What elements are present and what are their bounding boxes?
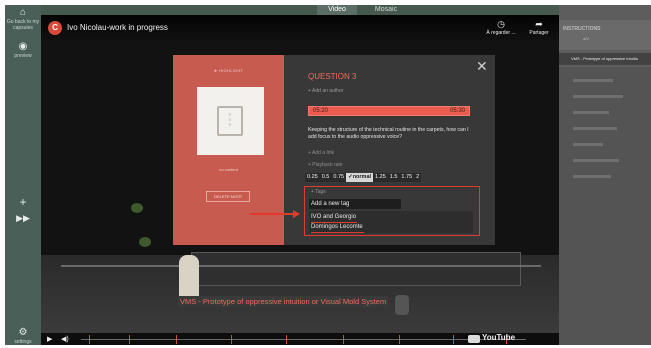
channel-avatar[interactable]: C [48,21,62,35]
highlight-label: ★ HIGHLIGHT [213,68,244,73]
stage-carpet [191,252,521,286]
playback-rate-options: 0.25 0.5 0.75 ✓normal 1.25 1.5 1.75 2 [305,173,422,182]
list-item[interactable] [573,79,613,82]
list-item[interactable] [573,111,609,114]
playback-option[interactable]: 1.25 [373,173,388,182]
note-marker[interactable] [129,335,130,344]
list-item[interactable] [573,127,617,130]
note-marker[interactable] [399,335,400,344]
video-header: C Ivo Nicolau-work in progress ◷ À regar… [41,15,559,43]
instructions-title: INSTRUCTIONS [563,26,601,32]
note-thumbnail[interactable]: ≡ ≡ ≡ [197,87,264,155]
close-icon[interactable]: ✕ [476,59,488,73]
right-panel: INSTRUCTIONS a/V VMS - Prototype of oppr… [559,5,651,345]
playback-option[interactable]: 1.75 [399,173,415,182]
instructions-header[interactable]: INSTRUCTIONS a/V [559,20,651,50]
list-item[interactable] [573,159,619,162]
view-tabs-bar: Video Mosaic [41,5,559,15]
back-to-capsules-label: Go back to my capsules [6,19,40,31]
time-end: 05:30 [449,108,465,114]
forward-button[interactable]: ▶▶ [5,213,41,224]
annotation-arrow-head [293,210,300,218]
preview-label: preview [14,53,32,59]
list-item[interactable] [573,175,611,178]
back-to-capsules-button[interactable]: ⌂ Go back to my capsules [5,7,41,31]
play-icon[interactable]: ▶ [47,335,52,343]
tab-mosaic[interactable]: Mosaic [367,5,405,15]
tags-section: + Tags Add a new tag IVO and Georgio Dom… [304,186,480,236]
tag-suggestion-list: IVO and Georgio Domingos Lecomte [309,211,473,233]
clock-icon: ◷ [497,19,505,29]
add-button[interactable]: + [5,195,41,209]
watch-later-button[interactable]: ◷ À regarder ... [481,19,521,36]
video-title[interactable]: Ivo Nicolau-work in progress [67,23,168,32]
note-marker[interactable] [231,335,232,344]
playback-rate-label[interactable]: + Playback rate [308,162,343,168]
plant-decor [139,237,151,247]
highlight-panel: ★ HIGHLIGHT ≡ ≡ ≡ no content DELETE NOTE [173,55,284,245]
tag-item[interactable]: IVO and Georgio [311,213,358,223]
volume-icon[interactable]: ◀) [61,335,69,343]
time-start: 05:20 [313,108,329,114]
no-content-text: no content [219,167,238,172]
video-subtitle: VMS - Prototype of oppressive intuition … [178,296,389,307]
playback-option[interactable]: 2 [414,173,422,182]
tags-label: + Tags [311,189,326,195]
note-marker[interactable] [453,335,454,344]
fast-forward-icon: ▶▶ [16,213,30,223]
playback-option-selected[interactable]: ✓normal [346,173,374,182]
annotation-arrow [250,213,295,215]
time-range-bar[interactable]: 05:20 05:30 [308,106,470,116]
note-marker[interactable] [176,335,177,344]
tab-video[interactable]: Video [317,5,357,15]
note-marker[interactable] [89,335,90,344]
watch-later-label: À regarder ... [486,30,516,36]
list-item[interactable] [573,95,623,98]
question-title[interactable]: QUESTION 3 [308,72,356,81]
playback-option[interactable]: 0.25 [305,173,320,182]
eye-icon: ◉ [18,41,28,52]
share-button[interactable]: ➦ Partager [525,19,553,36]
add-author-link[interactable]: + Add an author [308,88,343,94]
note-marker[interactable] [286,335,287,344]
performer-figure [179,255,199,299]
plant-decor [131,203,143,213]
add-link-button[interactable]: + Add a link [308,150,334,156]
gear-icon: ⚙ [18,327,28,338]
share-arrow-icon: ➦ [535,19,543,29]
note-description[interactable]: Keeping the structure of the technical r… [308,127,478,141]
share-label: Partager [529,30,549,36]
prop-object [395,295,409,315]
youtube-logo[interactable]: YouTube [468,333,516,343]
delete-note-button[interactable]: DELETE NOTE [206,191,250,202]
plus-icon: + [19,195,27,209]
stage-line [60,265,542,267]
settings-button[interactable]: ⚙ settings [5,327,41,345]
note-paper-icon: ≡ ≡ ≡ [217,106,243,136]
youtube-label: YouTube [482,333,516,342]
tag-item[interactable]: Domingos Lecomte [311,223,364,233]
youtube-play-icon [468,335,480,343]
tag-input[interactable]: Add a new tag [309,199,401,209]
playback-option[interactable]: 0.5 [319,173,332,182]
notes-list [559,67,651,345]
home-icon: ⌂ [19,7,27,18]
progress-bar[interactable] [81,335,526,344]
app-window: ⌂ Go back to my capsules ◉ preview + ▶▶ … [0,0,651,348]
note-marker[interactable] [343,335,344,344]
list-item[interactable]: VMS - Prototype of oppressive intuitio [559,53,651,65]
instructions-subtitle: a/V [583,36,590,41]
note-modal: ★ HIGHLIGHT ≡ ≡ ≡ no content DELETE NOTE ✕… [173,55,495,245]
list-item[interactable] [573,143,603,146]
settings-label: settings [14,339,32,345]
playback-option[interactable]: 1.5 [387,173,400,182]
playback-option[interactable]: 0.75 [331,173,347,182]
preview-button[interactable]: ◉ preview [5,41,41,59]
left-sidebar: ⌂ Go back to my capsules ◉ preview + ▶▶ … [5,5,41,345]
